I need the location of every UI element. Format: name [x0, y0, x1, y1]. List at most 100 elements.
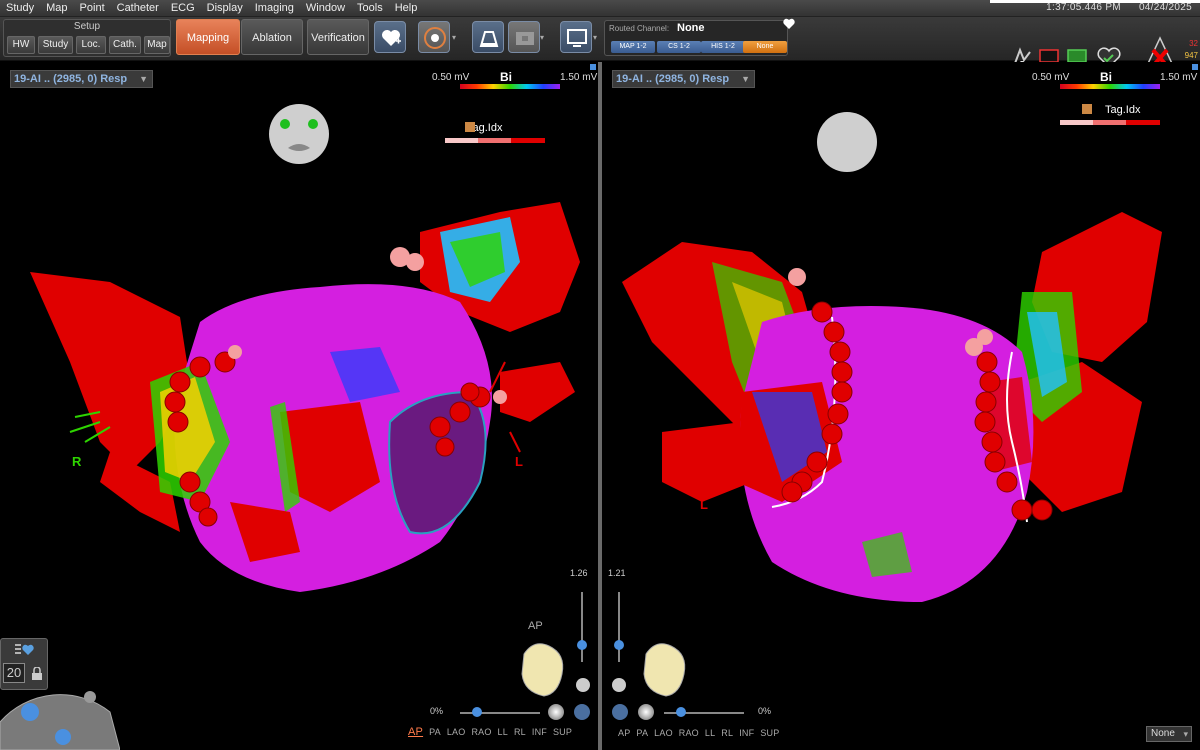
setup-title: Setup — [73, 21, 101, 32]
right-rotate-icon[interactable] — [612, 704, 628, 720]
gear-icon — [21, 703, 39, 721]
right-pct-value: 0% — [758, 706, 772, 716]
clock-time: 1:37:05.446 PM — [1046, 2, 1121, 13]
menu-map[interactable]: Map — [40, 2, 73, 14]
left-zoom-handle[interactable] — [577, 640, 587, 650]
electroanatomic-mapping-app: Study Map Point Catheter ECG Display Ima… — [0, 0, 1200, 750]
clock: 1:37:05.446 PM 04/24/2025 — [1028, 2, 1192, 13]
right-transparency-handle[interactable] — [676, 707, 686, 717]
left-orientation-heart-icon[interactable] — [514, 634, 570, 700]
right-view-rl[interactable]: RL — [721, 728, 733, 738]
left-3d-viewport[interactable]: 19-AI .. (2985, 0) Resp ▼ 0.50 mV Bi 1.50… — [0, 62, 598, 750]
right-orientation-heart-icon[interactable] — [636, 634, 692, 700]
screen-layout-button[interactable] — [560, 21, 592, 53]
left-view-ap[interactable]: AP — [408, 726, 423, 738]
right-view-ap[interactable]: AP — [618, 728, 630, 738]
catheter-view-button[interactable] — [472, 21, 504, 53]
menu-imaging[interactable]: Imaging — [249, 2, 300, 14]
menu-catheter[interactable]: Catheter — [111, 2, 165, 14]
left-view-lao[interactable]: LAO — [447, 727, 466, 737]
right-view-buttons: AP PA LAO RAO LL RL INF SUP — [618, 728, 785, 738]
orientation-face-icon — [269, 104, 329, 164]
monitor-icon — [567, 29, 587, 47]
hw-button[interactable]: HW — [7, 36, 35, 54]
chevron-down-icon: ▾ — [1183, 729, 1188, 739]
right-view-ll[interactable]: LL — [705, 728, 715, 738]
heart-plus-icon — [382, 30, 401, 46]
compass-icon — [424, 27, 446, 49]
count-mid: 947 — [1184, 51, 1198, 60]
right-zoom-slider[interactable] — [618, 592, 620, 662]
menubar: Study Map Point Catheter ECG Display Ima… — [0, 0, 1200, 17]
left-sphere-icon[interactable] — [548, 704, 564, 720]
left-view-rl[interactable]: RL — [514, 727, 526, 737]
main-toolbar: Setup HW Study Loc. Cath. Map Mapping Ab… — [0, 17, 1200, 73]
chevron-down-icon-2[interactable]: ▾ — [540, 33, 548, 42]
left-radial-menu[interactable] — [0, 682, 120, 750]
right-view-pa[interactable]: PA — [636, 728, 648, 738]
right-heart-small-icon[interactable] — [612, 678, 626, 692]
routed-channel-panel: Routed Channel: None MAP 1-2 CS 1-2 HIS … — [604, 20, 788, 56]
route-cs-button[interactable]: CS 1-2 — [657, 41, 701, 53]
ablation-button[interactable]: Ablation — [241, 19, 303, 55]
left-view-rao[interactable]: RAO — [471, 727, 491, 737]
left-view-buttons: AP PA LAO RAO LL RL INF SUP — [408, 726, 578, 738]
compass-button[interactable] — [418, 21, 450, 53]
menu-help[interactable]: Help — [389, 2, 424, 14]
chevron-down-icon-3[interactable]: ▾ — [593, 33, 601, 42]
menu-window[interactable]: Window — [300, 2, 351, 14]
loc-button[interactable]: Loc. — [76, 36, 106, 54]
left-view-inf[interactable]: INF — [532, 727, 547, 737]
right-view-lao[interactable]: LAO — [654, 728, 673, 738]
right-zoom-handle[interactable] — [614, 640, 624, 650]
routed-channel-value[interactable]: None — [677, 22, 705, 34]
right-view-inf[interactable]: INF — [739, 728, 754, 738]
setup-group: Setup HW Study Loc. Cath. Map — [3, 19, 171, 57]
left-rotate-icon[interactable] — [574, 704, 590, 720]
left-view-ll[interactable]: LL — [498, 727, 508, 737]
right-zoom-value: 1.21 — [608, 568, 626, 578]
verification-button[interactable]: Verification — [307, 19, 369, 55]
left-transparency-handle[interactable] — [472, 707, 482, 717]
image-icon — [516, 32, 534, 45]
menu-point[interactable]: Point — [74, 2, 111, 14]
right-none-select[interactable]: None ▾ — [1146, 726, 1192, 742]
heart-icon — [783, 18, 795, 29]
orientation-sphere-icon — [817, 112, 877, 172]
left-heart-small-icon[interactable] — [576, 678, 590, 692]
right-view-rao[interactable]: RAO — [679, 728, 699, 738]
right-view-sup[interactable]: SUP — [760, 728, 779, 738]
study-button[interactable]: Study — [38, 36, 73, 54]
lock-icon[interactable] — [31, 667, 43, 681]
heart-list-icon[interactable] — [13, 641, 35, 657]
arch-icon — [479, 31, 499, 47]
left-view-pa[interactable]: PA — [429, 727, 441, 737]
cath-button[interactable]: Cath. — [109, 36, 141, 54]
right-label-l: L — [700, 497, 708, 512]
left-pct-value: 0% — [430, 706, 444, 716]
mapping-button[interactable]: Mapping — [176, 19, 240, 55]
map-button[interactable]: Map — [144, 36, 170, 54]
routed-channel-label: Routed Channel: — [609, 24, 670, 33]
route-none-button[interactable]: None — [743, 41, 787, 53]
chevron-down-icon[interactable]: ▾ — [452, 33, 460, 42]
left-zoom-value: 1.26 — [570, 568, 588, 578]
left-label-l: L — [515, 454, 523, 469]
menu-display[interactable]: Display — [201, 2, 249, 14]
left-label-r: R — [72, 454, 82, 469]
heart-add-button[interactable] — [374, 21, 406, 53]
menu-study[interactable]: Study — [0, 2, 40, 14]
route-map-button[interactable]: MAP 1-2 — [611, 41, 655, 53]
left-view-sup[interactable]: SUP — [553, 727, 572, 737]
chevron-down-icon — [55, 729, 71, 745]
right-none-label: None — [1151, 728, 1175, 739]
image-button[interactable] — [508, 21, 540, 53]
right-sphere-icon[interactable] — [638, 704, 654, 720]
menu-tools[interactable]: Tools — [351, 2, 389, 14]
route-his-button[interactable]: HIS 1-2 — [701, 41, 745, 53]
left-zoom-slider[interactable] — [581, 592, 583, 662]
menu-ecg[interactable]: ECG — [165, 2, 201, 14]
right-3d-viewport[interactable]: 19-AI .. (2985, 0) Resp ▼ 0.50 mV Bi 1.50… — [602, 62, 1200, 750]
lock-number[interactable]: 20 — [3, 663, 25, 683]
left-orient-label: AP — [528, 620, 543, 632]
